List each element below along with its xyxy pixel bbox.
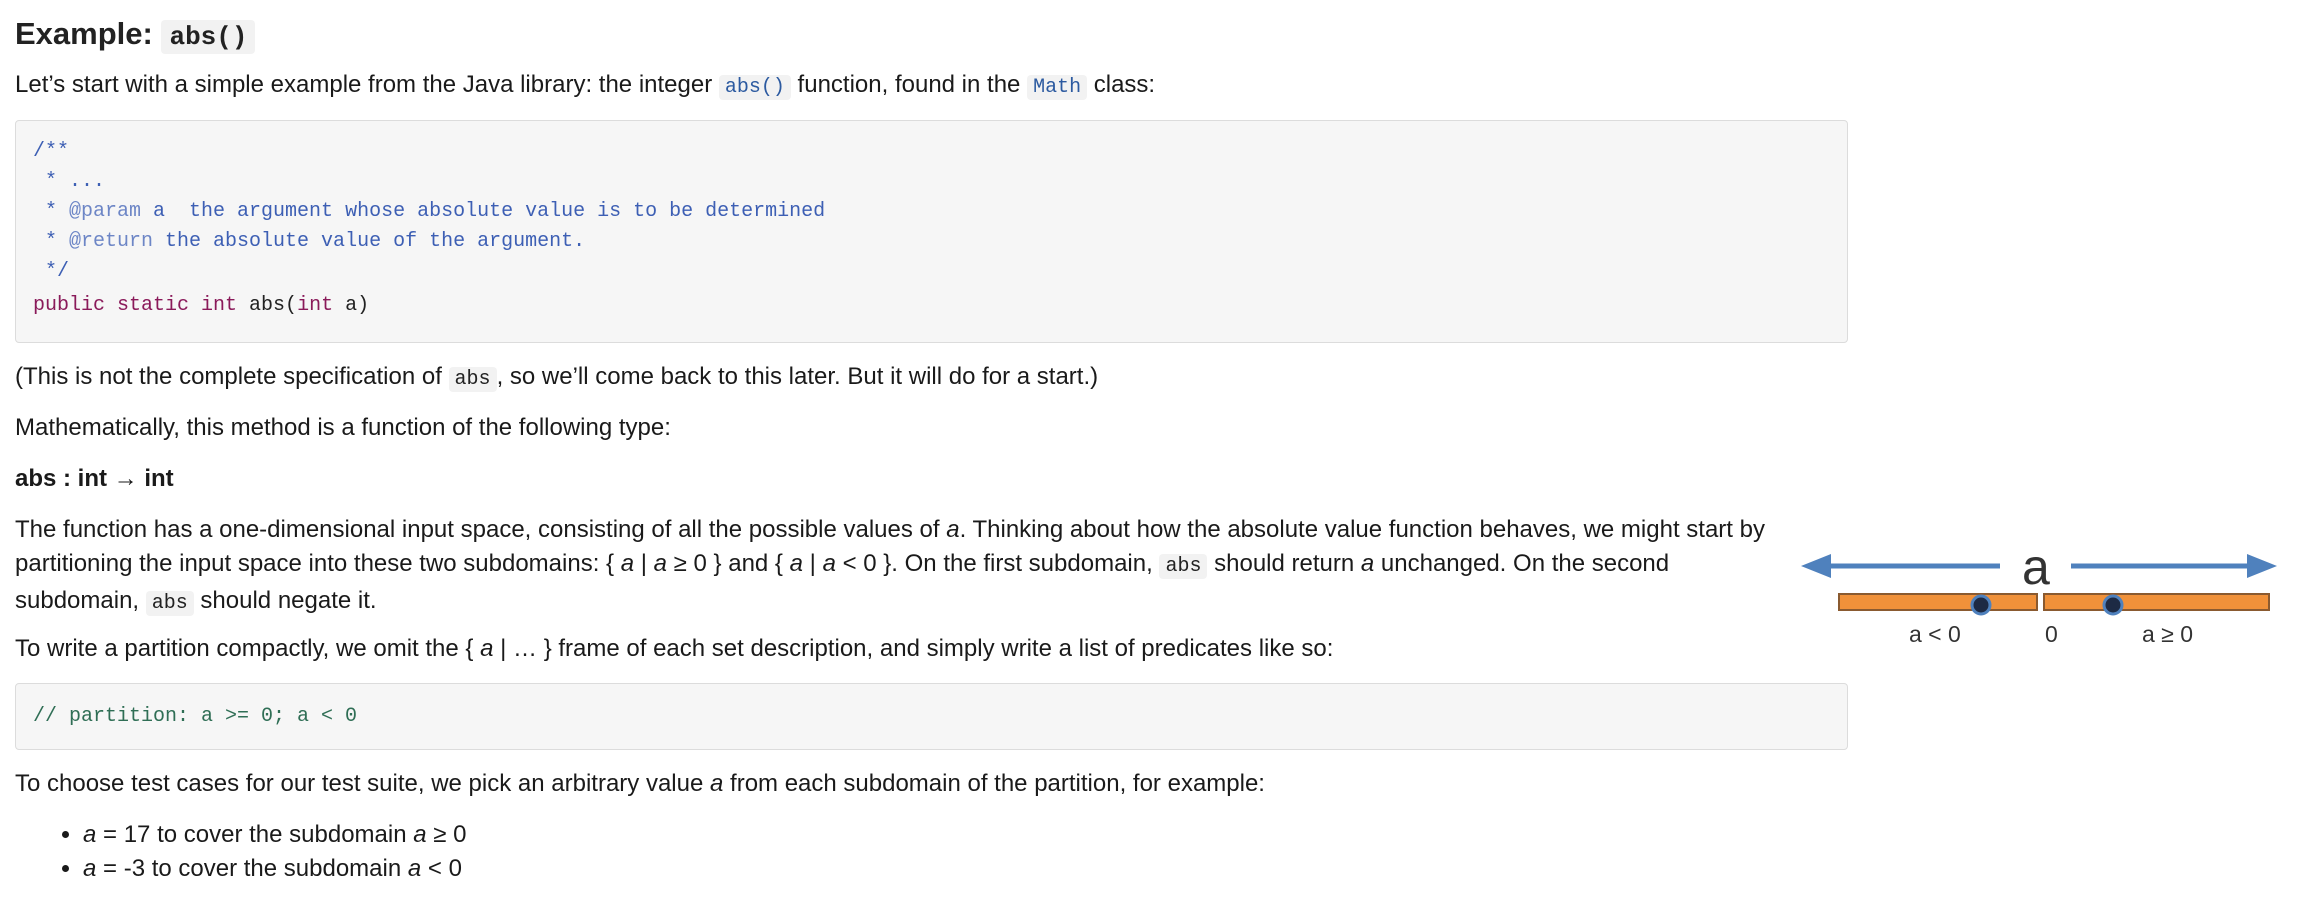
partition-paragraph: The function has a one-dimensional input… — [15, 513, 1795, 621]
intro-text: Let’s start with a simple example from t… — [15, 71, 719, 98]
code-line: * @param a the argument whose absolute v… — [33, 200, 826, 223]
heading-code: abs() — [161, 20, 256, 54]
code-line: // partition: a >= 0; a < 0 — [33, 705, 358, 728]
math-class-code: Math — [1027, 75, 1088, 100]
nonnegative-label: a ≥ 0 — [2142, 621, 2193, 647]
page: Example: abs() Let’s start with a simple… — [0, 0, 2298, 898]
variable-label: a — [2022, 539, 2050, 595]
intro-paragraph: Let’s start with a simple example from t… — [15, 68, 1795, 105]
left-arrow-icon — [1801, 554, 2000, 578]
partition-code-block[interactable]: // partition: a >= 0; a < 0 — [15, 683, 1848, 750]
right-arrow-icon — [2071, 554, 2277, 578]
nonnegative-segment — [2043, 593, 2270, 611]
abs-code: abs() — [718, 75, 791, 100]
paragraph-line: partitioning the input space into these … — [15, 550, 1670, 579]
test-case-list: a = 17 to cover the subdomain a ≥ 0 a = … — [15, 818, 466, 886]
section-heading: Example: abs() — [15, 14, 256, 57]
note-paragraph: (This is not the complete specification … — [15, 363, 1099, 392]
code-line: /** — [33, 140, 70, 163]
code-line: public static int abs(int a) — [33, 294, 370, 317]
intro-text: class: — [1087, 71, 1156, 98]
code-line: */ — [33, 260, 70, 283]
testcase-paragraph: To choose test cases for our test suite,… — [15, 770, 1265, 797]
spec-code-block[interactable]: /** * ... * @param a the argument whose … — [15, 120, 1848, 343]
heading-prefix: Example: — [15, 16, 153, 51]
abs-inline-code: abs — [448, 367, 497, 392]
zero-label: 0 — [2045, 621, 2058, 647]
abs-inline-code: abs — [145, 591, 194, 616]
function-signature: abs : int → int — [15, 465, 174, 492]
code-line: * @return the absolute value of the argu… — [33, 230, 586, 253]
paragraph-line: subdomain, abs should negate it. — [15, 587, 377, 616]
negative-segment — [1838, 593, 2038, 611]
intro-text: function, found in the — [790, 71, 1028, 98]
list-item: a = -3 to cover the subdomain a < 0 — [83, 852, 466, 886]
paragraph-line: The function has a one-dimensional input… — [15, 516, 1765, 543]
abs-inline-code: abs — [1159, 554, 1208, 579]
list-item: a = 17 to cover the subdomain a ≥ 0 — [83, 818, 466, 852]
positive-sample-point — [2102, 594, 2124, 616]
compact-paragraph: To write a partition compactly, we omit … — [15, 635, 1334, 662]
code-line: * ... — [33, 170, 106, 193]
partition-diagram: a a < 0 0 a ≥ 0 — [1795, 528, 2298, 658]
negative-sample-point — [1970, 594, 1992, 616]
negative-label: a < 0 — [1909, 621, 1961, 647]
math-intro-paragraph: Mathematically, this method is a functio… — [15, 414, 671, 441]
